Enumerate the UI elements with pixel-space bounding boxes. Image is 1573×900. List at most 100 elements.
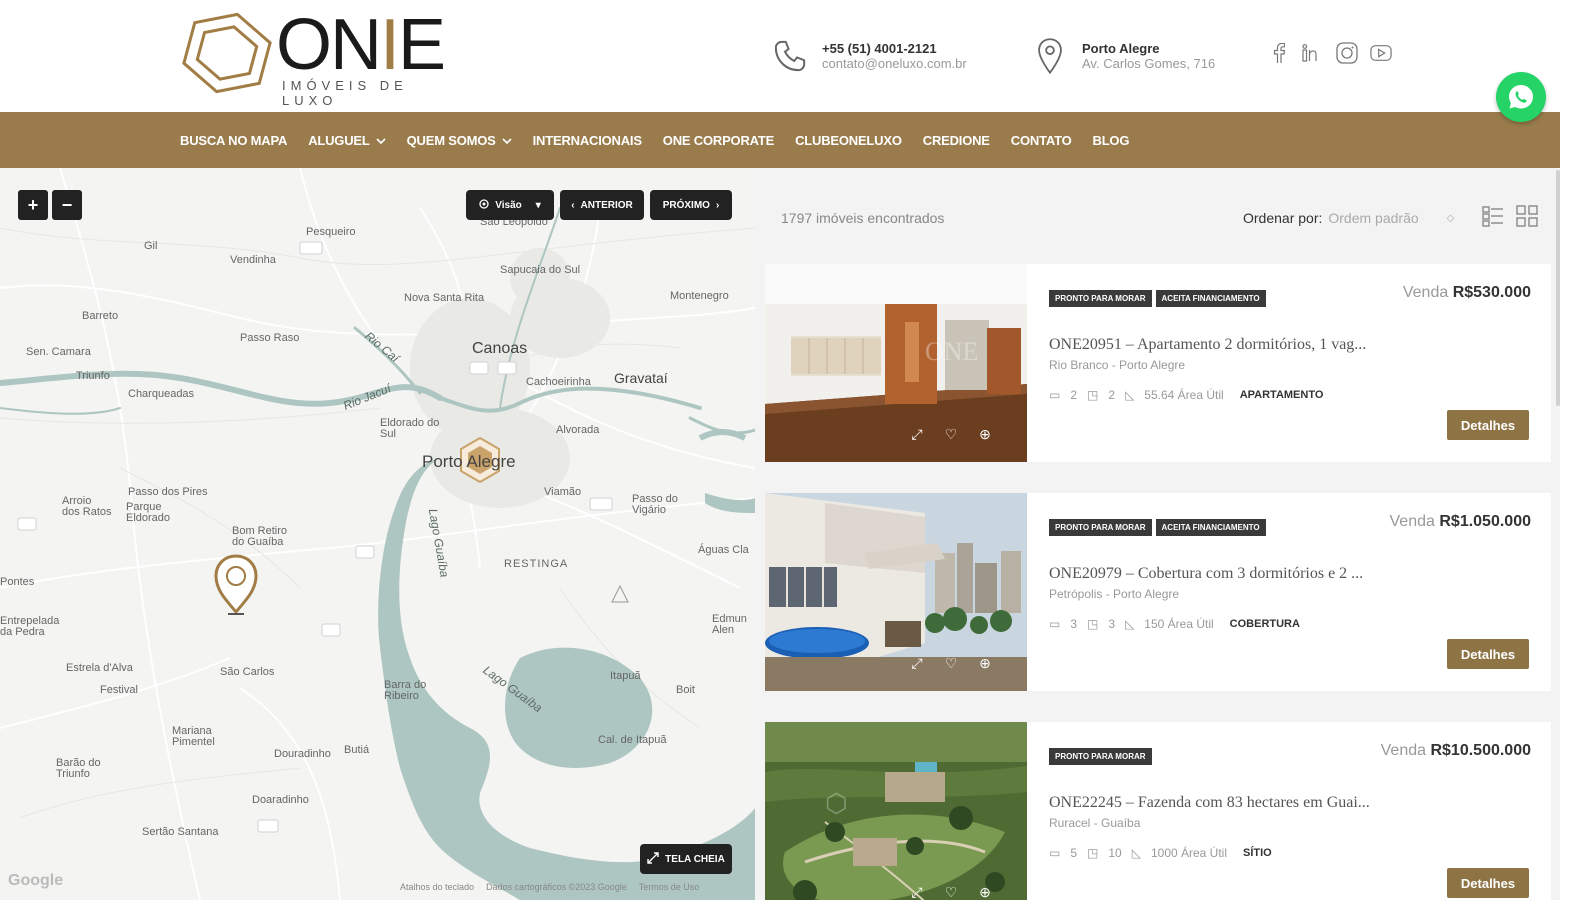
status-badge: ACEITA FINANCIAMENTO — [1155, 519, 1266, 536]
map-view-select[interactable]: Visão ▾ — [466, 190, 554, 220]
listing-title[interactable]: ONE20951 – Apartamento 2 dormitórios, 1 … — [1049, 336, 1366, 354]
chevron-down-icon — [502, 133, 512, 148]
zoom-in-button[interactable]: + — [18, 190, 48, 220]
map-label-canoas: Canoas — [472, 340, 528, 357]
fullscreen-button[interactable]: TELA CHEIA — [640, 844, 732, 874]
street-address: Av. Carlos Gomes, 716 — [1082, 56, 1216, 71]
expand-icon[interactable]: ⤢ — [907, 653, 927, 673]
listing-photo[interactable]: ONE ⤢ ♡ ⊕ — [765, 264, 1027, 462]
listing-card[interactable]: ⬡ ⤢ ♡ ⊕ PRONTO PARA MORAR Venda R$10.500… — [765, 722, 1551, 900]
map-view[interactable]: Pesqueiro São Leopoldo Gil Vendinha Sapu… — [0, 168, 755, 900]
facebook-icon[interactable] — [1268, 42, 1290, 64]
listings-scrollbar[interactable] — [1556, 170, 1560, 406]
nav-aluguel[interactable]: ALUGUEL — [308, 133, 386, 148]
details-button[interactable]: Detalhes — [1447, 639, 1529, 669]
brand-wordmark: ONIE — [276, 5, 446, 85]
zoom-out-button[interactable]: − — [52, 190, 82, 220]
listing-location: Rio Branco - Porto Alegre — [1049, 358, 1186, 372]
details-button[interactable]: Detalhes — [1447, 868, 1529, 898]
map-label-aguas-claras: Águas Cla — [698, 544, 749, 556]
hexagon-logo-icon — [182, 12, 272, 94]
map-label-estrela-dalva: Estrela d'Alva — [66, 662, 133, 674]
email-address: contato@oneluxo.com.br — [822, 56, 967, 71]
eye-icon — [479, 198, 489, 212]
area-icon: ◺ — [1125, 388, 1135, 402]
compare-icon[interactable]: ⊕ — [975, 882, 995, 900]
heart-icon[interactable]: ♡ — [941, 653, 961, 673]
nav-quem-somos[interactable]: QUEM SOMOS — [407, 133, 512, 148]
address-contact[interactable]: Porto Alegre Av. Carlos Gomes, 716 — [1030, 36, 1215, 76]
map-label-charqueadas: Charqueadas — [128, 388, 195, 400]
expand-icon[interactable]: ⤢ — [907, 424, 927, 444]
status-badge: PRONTO PARA MORAR — [1049, 519, 1152, 536]
svg-text:ONE: ONE — [925, 337, 978, 366]
listing-card[interactable]: ONE ⤢ ♡ ⊕ PRONTO PARA MORAR ACEITA FINAN… — [765, 264, 1551, 462]
details-button[interactable]: Detalhes — [1447, 410, 1529, 440]
listing-title[interactable]: ONE20979 – Cobertura com 3 dormitórios e… — [1049, 565, 1363, 583]
listing-badges: PRONTO PARA MORAR ACEITA FINANCIAMENTO — [1049, 290, 1266, 307]
grid-view-icon[interactable] — [1515, 204, 1539, 228]
compare-icon[interactable]: ⊕ — [975, 424, 995, 444]
phone-number: +55 (51) 4001-2121 — [822, 41, 937, 56]
map-label-restinga: RESTINGA — [504, 558, 569, 570]
chevron-left-icon: ‹ — [571, 199, 575, 211]
nav-credione[interactable]: CREDIONE — [923, 133, 990, 148]
terms-link[interactable]: Termos de Uso — [639, 882, 700, 892]
list-view-icon[interactable] — [1481, 204, 1505, 228]
map-label-sao-carlos: São Carlos — [220, 666, 275, 678]
heart-icon[interactable]: ♡ — [941, 424, 961, 444]
listings-panel[interactable]: 1797 imóveis encontrados Ordenar por: Or… — [755, 168, 1560, 900]
listing-card[interactable]: ⤢ ♡ ⊕ PRONTO PARA MORAR ACEITA FINANCIAM… — [765, 493, 1551, 691]
nav-clubeoneluxo[interactable]: CLUBEONELUXO — [795, 133, 902, 148]
map-label-festival: Festival — [100, 684, 138, 696]
instagram-icon[interactable] — [1336, 42, 1358, 64]
map-label-alvorada: Alvorada — [556, 424, 600, 436]
map-label-barreto: Barreto — [82, 310, 119, 322]
phone-contact[interactable]: +55 (51) 4001-2121 contato@oneluxo.com.b… — [770, 36, 967, 76]
nav-contato[interactable]: CONTATO — [1011, 133, 1072, 148]
main-nav: BUSCA NO MAPA ALUGUEL QUEM SOMOS INTERNA… — [0, 112, 1560, 168]
map-label-pesqueiro: Pesqueiro — [306, 226, 356, 238]
heart-icon[interactable]: ♡ — [941, 882, 961, 900]
chevron-down-icon — [376, 133, 386, 148]
brand-logo[interactable]: ONIE IMÓVEIS DE LUXO — [182, 5, 462, 108]
map-label-fazenda-da-pedra: Entrepelada da Pedra — [0, 615, 60, 638]
property-type: COBERTURA — [1229, 618, 1300, 630]
map-label-sen-camara: Sen. Camara — [26, 346, 91, 358]
map-label-bom-retiro: Bom Retiro do Guaíba — [232, 525, 288, 548]
bed-icon: ▭ — [1049, 846, 1061, 860]
site-header: ONIE IMÓVEIS DE LUXO +55 (51) 4001-2121 … — [0, 0, 1573, 112]
listing-location: Petrópolis - Porto Alegre — [1049, 587, 1180, 601]
phone-icon — [770, 36, 810, 76]
youtube-icon[interactable] — [1370, 42, 1392, 64]
whatsapp-icon[interactable] — [1496, 72, 1546, 122]
map-label-mariana-pimentel: Mariana Pimentel — [172, 725, 215, 748]
compare-icon[interactable]: ⊕ — [975, 653, 995, 673]
map-label-doaradinho: Doaradinho — [252, 794, 309, 806]
map-label-barao-do-triunfo: Barão do Triunfo — [56, 757, 101, 780]
map-label-parque-eldorado: Parque Eldorado — [126, 501, 171, 524]
city-name: Porto Alegre — [1082, 41, 1160, 56]
expand-icon[interactable]: ⤢ — [907, 882, 927, 900]
keyboard-shortcuts-link[interactable]: Atalhos do teclado — [400, 882, 474, 892]
map-label-boit: Boit — [676, 684, 695, 696]
nav-busca-no-mapa[interactable]: BUSCA NO MAPA — [180, 133, 287, 148]
listing-photo[interactable]: ⬡ ⤢ ♡ ⊕ — [765, 722, 1027, 900]
bed-icon: ▭ — [1049, 388, 1061, 402]
sort-select[interactable]: Ordenar por: Ordem padrão ◇ — [1243, 210, 1454, 226]
google-logo: Google — [8, 872, 64, 889]
map-label-pontes: Pontes — [0, 576, 35, 588]
listing-title[interactable]: ONE22245 – Fazenda com 83 hectares em Gu… — [1049, 794, 1370, 812]
next-button[interactable]: PRÓXIMO › — [650, 190, 732, 220]
status-badge: ACEITA FINANCIAMENTO — [1155, 290, 1266, 307]
nav-one-corporate[interactable]: ONE CORPORATE — [663, 133, 774, 148]
previous-button[interactable]: ‹ ANTERIOR — [560, 190, 644, 220]
listing-specs: ▭ 3 ◳ 3 ◺ 150 Área Útil COBERTURA — [1049, 617, 1300, 631]
nav-internacionais[interactable]: INTERNACIONAIS — [533, 133, 642, 148]
nav-blog[interactable]: BLOG — [1093, 133, 1130, 148]
map-label-passo-dos-pires: Passo dos Pires — [128, 486, 208, 498]
listing-specs: ▭ 2 ◳ 2 ◺ 55.64 Área Útil APARTAMENTO — [1049, 388, 1324, 402]
bath-icon: ◳ — [1087, 846, 1099, 860]
linkedin-icon[interactable] — [1302, 42, 1324, 64]
listing-photo[interactable]: ⤢ ♡ ⊕ — [765, 493, 1027, 691]
